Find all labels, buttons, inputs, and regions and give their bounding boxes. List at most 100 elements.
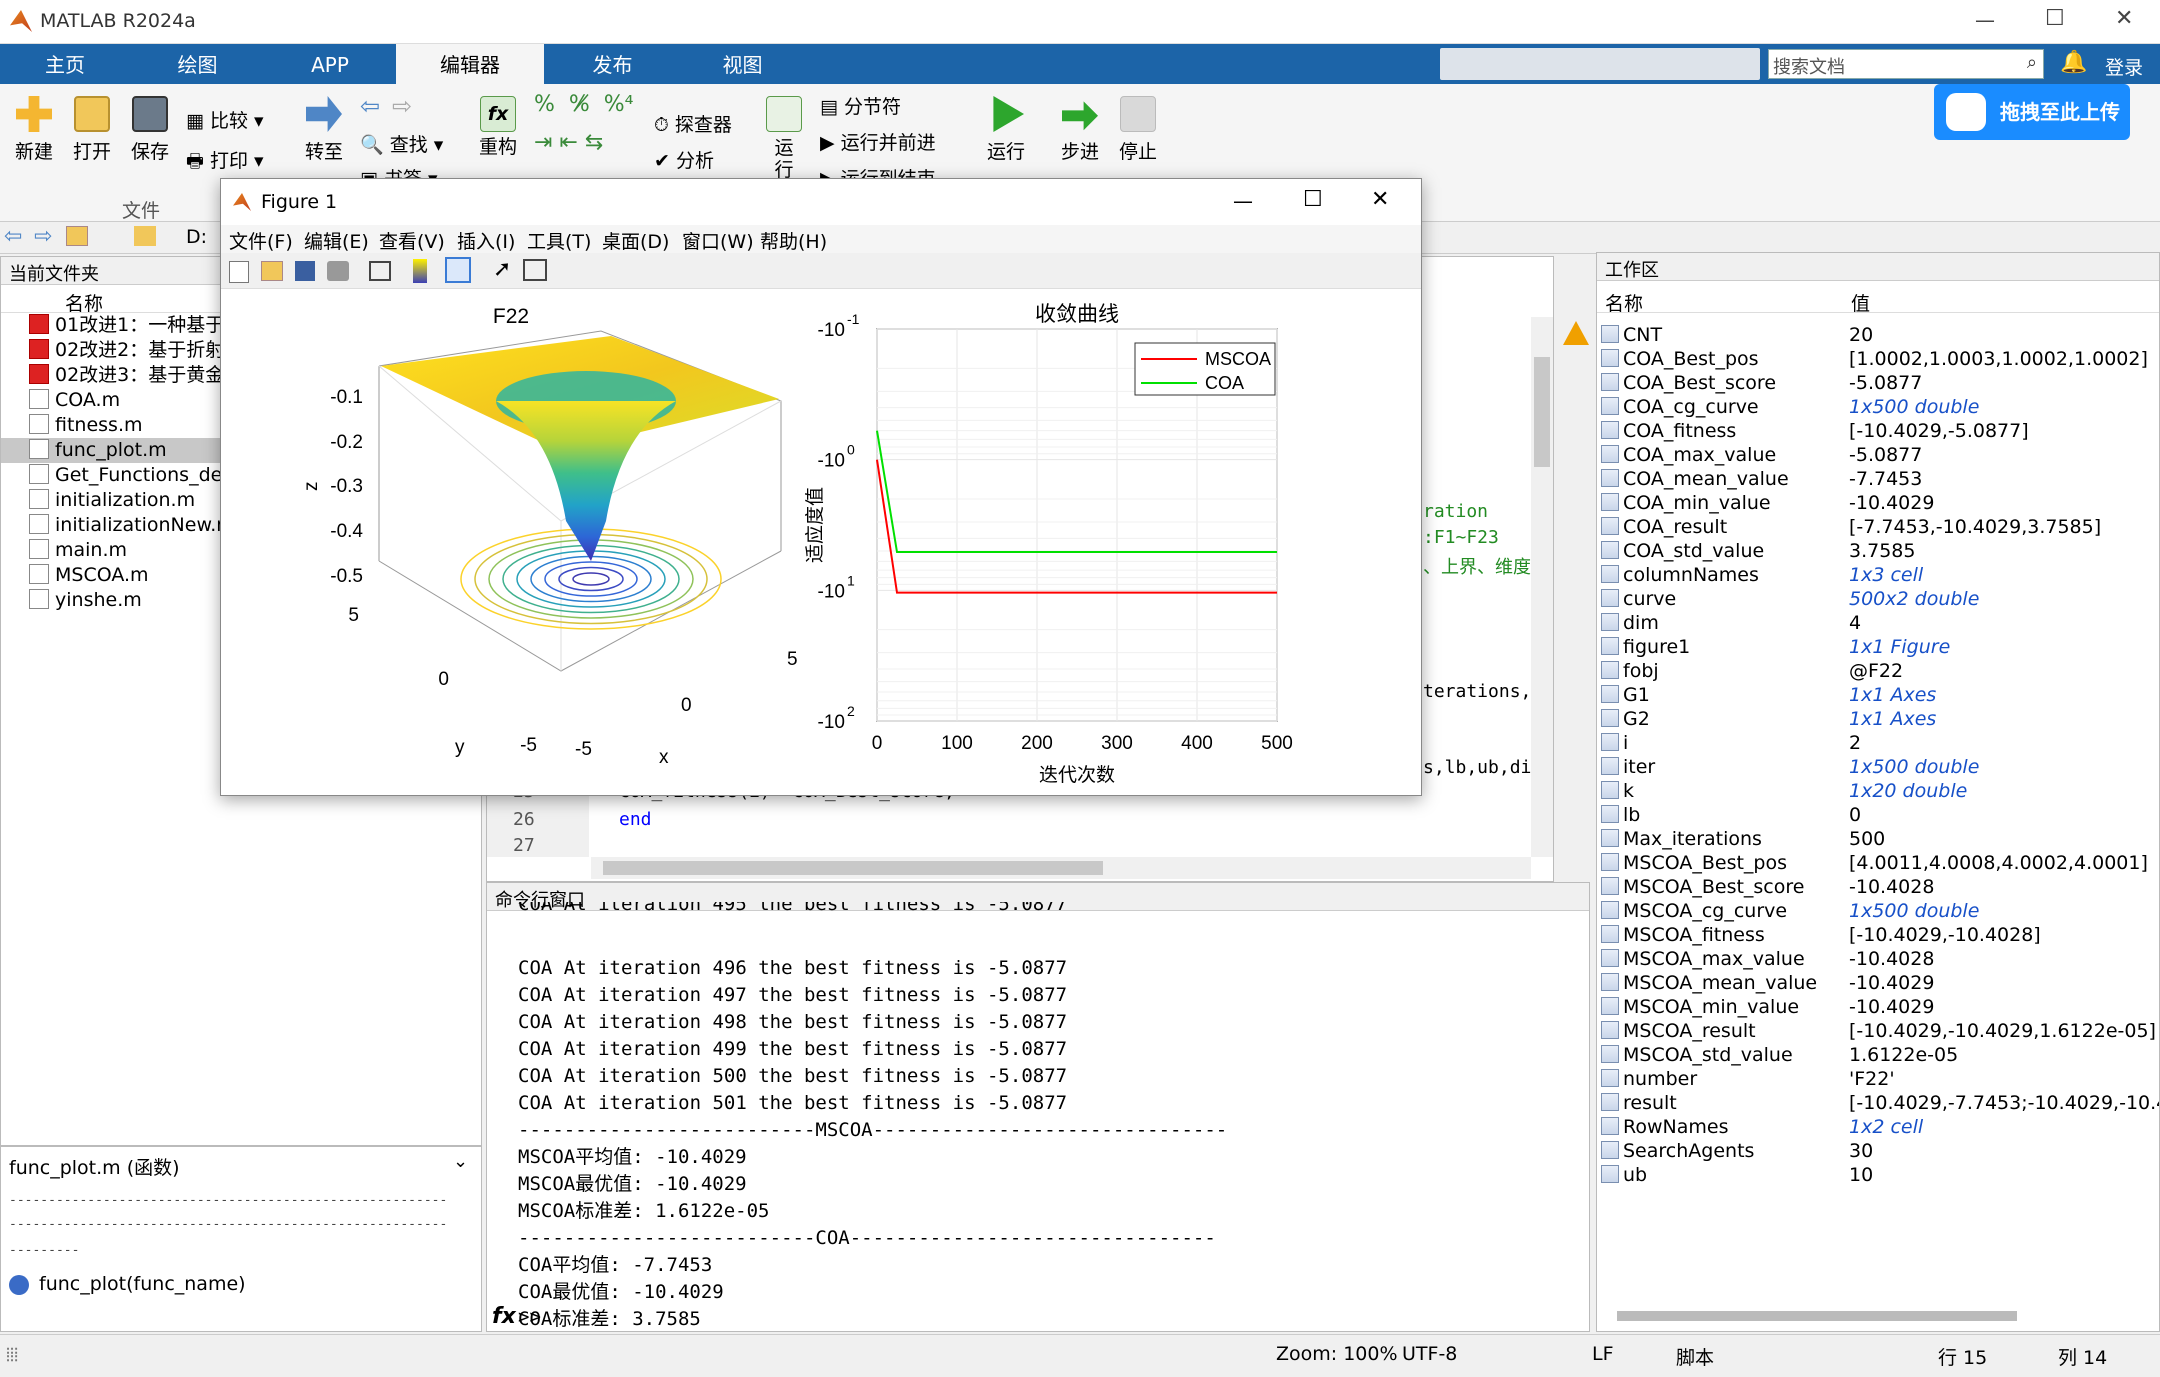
- workspace-row[interactable]: COA_Best_score -5.0877: [1597, 371, 2157, 395]
- save-figure-icon[interactable]: [295, 261, 315, 281]
- refactor-button[interactable]: fx 重构: [470, 96, 526, 159]
- chevron-down-icon[interactable]: ⌄: [453, 1151, 468, 1172]
- link-plot-icon[interactable]: [369, 261, 391, 281]
- workspace-row[interactable]: COA_max_value -5.0877: [1597, 443, 2157, 467]
- run-advance-button[interactable]: ▶ 运行并前进: [820, 128, 936, 155]
- command-prompt[interactable]: >>: [518, 1306, 541, 1328]
- workspace-row[interactable]: G1 1x1 Axes: [1597, 683, 2157, 707]
- workspace-row[interactable]: k 1x20 double: [1597, 779, 2157, 803]
- figure-menu-item[interactable]: 窗口(W): [682, 227, 754, 254]
- figure-menu-item[interactable]: 工具(T): [527, 227, 591, 254]
- file-item[interactable]: 01改进1：一种基于…: [29, 313, 243, 338]
- ws-col-name[interactable]: 名称: [1605, 289, 1643, 316]
- file-item[interactable]: 02改进3：基于黄金…: [29, 363, 243, 388]
- file-item[interactable]: initializationNew.m: [29, 513, 235, 538]
- workspace-row[interactable]: ub 10: [1597, 1163, 2157, 1187]
- search-input[interactable]: 搜索文档: [1773, 53, 1845, 79]
- step-button[interactable]: 步进: [1054, 96, 1106, 164]
- file-item[interactable]: initialization.m: [29, 488, 195, 513]
- workspace-row[interactable]: dim 4: [1597, 611, 2157, 635]
- workspace-row[interactable]: COA_min_value -10.4029: [1597, 491, 2157, 515]
- workspace-row[interactable]: RowNames 1x2 cell: [1597, 1115, 2157, 1139]
- figure-menu-item[interactable]: 桌面(D): [602, 227, 669, 254]
- goto-button[interactable]: 转至: [300, 96, 348, 164]
- file-item[interactable]: MSCOA.m: [29, 563, 149, 588]
- workspace-row[interactable]: COA_std_value 3.7585: [1597, 539, 2157, 563]
- tab-view[interactable]: 视图: [695, 44, 790, 84]
- figure-maximize-button[interactable]: ☐: [1303, 187, 1323, 212]
- print-button[interactable]: 🖶 打印 ▾: [186, 146, 264, 179]
- minimize-button[interactable]: —: [1975, 8, 1995, 32]
- forward-icon[interactable]: ⇨: [392, 92, 412, 120]
- workspace-row[interactable]: result [-10.4029,-7.7453;-10.4029,-10.402…: [1597, 1091, 2159, 1115]
- file-item[interactable]: yinshe.m: [29, 588, 142, 613]
- search-input-box[interactable]: 搜索文档 ⌕: [1768, 49, 2044, 79]
- figure-close-button[interactable]: ✕: [1371, 187, 1389, 212]
- colorbar-icon[interactable]: [413, 259, 427, 283]
- file-col-name[interactable]: 名称: [65, 289, 103, 316]
- file-item[interactable]: func_plot.m: [1, 438, 221, 463]
- section-break-button[interactable]: ▤ 分节符: [820, 92, 901, 119]
- new-button[interactable]: 新建: [10, 96, 58, 164]
- workspace-row[interactable]: columnNames 1x3 cell: [1597, 563, 2157, 587]
- open-button[interactable]: 打开: [68, 96, 116, 164]
- editor-hscrollbar[interactable]: [591, 857, 1531, 879]
- up-folder-icon[interactable]: [66, 226, 88, 246]
- browse-folder-icon[interactable]: [134, 226, 156, 246]
- workspace-row[interactable]: MSCOA_min_value -10.4029: [1597, 995, 2157, 1019]
- workspace-row[interactable]: COA_cg_curve 1x500 double: [1597, 395, 2157, 419]
- nav-back-icon[interactable]: ⇦: [4, 224, 22, 249]
- save-button[interactable]: 保存: [126, 96, 174, 164]
- workspace-row[interactable]: COA_Best_pos [1.0002,1.0003,1.0002,1.0002…: [1597, 347, 2157, 371]
- nav-forward-icon[interactable]: ⇨: [34, 224, 52, 249]
- workspace-row[interactable]: lb 0: [1597, 803, 2157, 827]
- print-figure-icon[interactable]: [327, 261, 349, 281]
- tab-home[interactable]: 主页: [20, 44, 110, 84]
- editor-vscroll-thumb[interactable]: [1534, 357, 1550, 467]
- search-icon[interactable]: ⌕: [2027, 52, 2037, 73]
- compare-button[interactable]: ▦ 比较 ▾: [186, 106, 264, 133]
- workspace-row[interactable]: MSCOA_cg_curve 1x500 double: [1597, 899, 2157, 923]
- workspace-row[interactable]: SearchAgents 30: [1597, 1139, 2157, 1163]
- workspace-row[interactable]: COA_fitness [-10.4029,-5.0877]: [1597, 419, 2157, 443]
- tab-publish[interactable]: 发布: [565, 44, 660, 84]
- tab-editor[interactable]: 编辑器: [396, 44, 544, 84]
- percent-icon[interactable]: % %̸ %⁴: [534, 92, 634, 117]
- property-editor-icon[interactable]: [523, 259, 547, 281]
- file-item[interactable]: fitness.m: [29, 413, 143, 438]
- run-button[interactable]: 运行: [980, 96, 1032, 164]
- workspace-row[interactable]: iter 1x500 double: [1597, 755, 2157, 779]
- pointer-icon[interactable]: ➚: [493, 257, 511, 282]
- workspace-row[interactable]: MSCOA_Best_score -10.4028: [1597, 875, 2157, 899]
- workspace-row[interactable]: COA_mean_value -7.7453: [1597, 467, 2157, 491]
- figure-minimize-button[interactable]: —: [1233, 189, 1253, 213]
- workspace-row[interactable]: MSCOA_Best_pos [4.0011,4.0008,4.0002,4.00…: [1597, 851, 2157, 875]
- login-link[interactable]: 登录: [2105, 53, 2143, 80]
- file-item[interactable]: 02改进2：基于折射…: [29, 338, 243, 363]
- tab-plots[interactable]: 绘图: [150, 44, 245, 84]
- editor-code-26[interactable]: end: [619, 809, 652, 830]
- workspace-row[interactable]: number 'F22': [1597, 1067, 2157, 1091]
- maximize-button[interactable]: ☐: [2045, 6, 2065, 31]
- close-button[interactable]: ✕: [2115, 6, 2133, 31]
- ws-hscrollbar[interactable]: [1617, 1311, 2017, 1321]
- back-icon[interactable]: ⇦: [360, 92, 380, 120]
- workspace-row[interactable]: G2 1x1 Axes: [1597, 707, 2157, 731]
- workspace-row[interactable]: MSCOA_max_value -10.4028: [1597, 947, 2157, 971]
- ws-col-value[interactable]: 值: [1851, 289, 1870, 316]
- workspace-row[interactable]: MSCOA_std_value 1.6122e-05: [1597, 1043, 2157, 1067]
- legend-icon[interactable]: [445, 257, 471, 283]
- workspace-row[interactable]: fobj @F22: [1597, 659, 2157, 683]
- workspace-row[interactable]: MSCOA_result [-10.4029,-10.4029,1.6122e-0…: [1597, 1019, 2157, 1043]
- editor-hscroll-thumb[interactable]: [603, 861, 1103, 875]
- workspace-row[interactable]: MSCOA_mean_value -10.4029: [1597, 971, 2157, 995]
- analyze-button[interactable]: ✔ 分析: [654, 146, 714, 173]
- open-file-icon[interactable]: [261, 261, 283, 281]
- upload-button[interactable]: 拖拽至此上传: [1934, 84, 2130, 140]
- figure-menu-item[interactable]: 插入(I): [457, 227, 515, 254]
- new-figure-icon[interactable]: [229, 261, 249, 283]
- indent-icons[interactable]: ⇥ ⇤ ⇆: [534, 130, 603, 155]
- workspace-row[interactable]: CNT 20: [1597, 323, 2157, 347]
- tab-apps[interactable]: APP: [285, 44, 375, 84]
- editor-vscrollbar[interactable]: [1531, 317, 1553, 857]
